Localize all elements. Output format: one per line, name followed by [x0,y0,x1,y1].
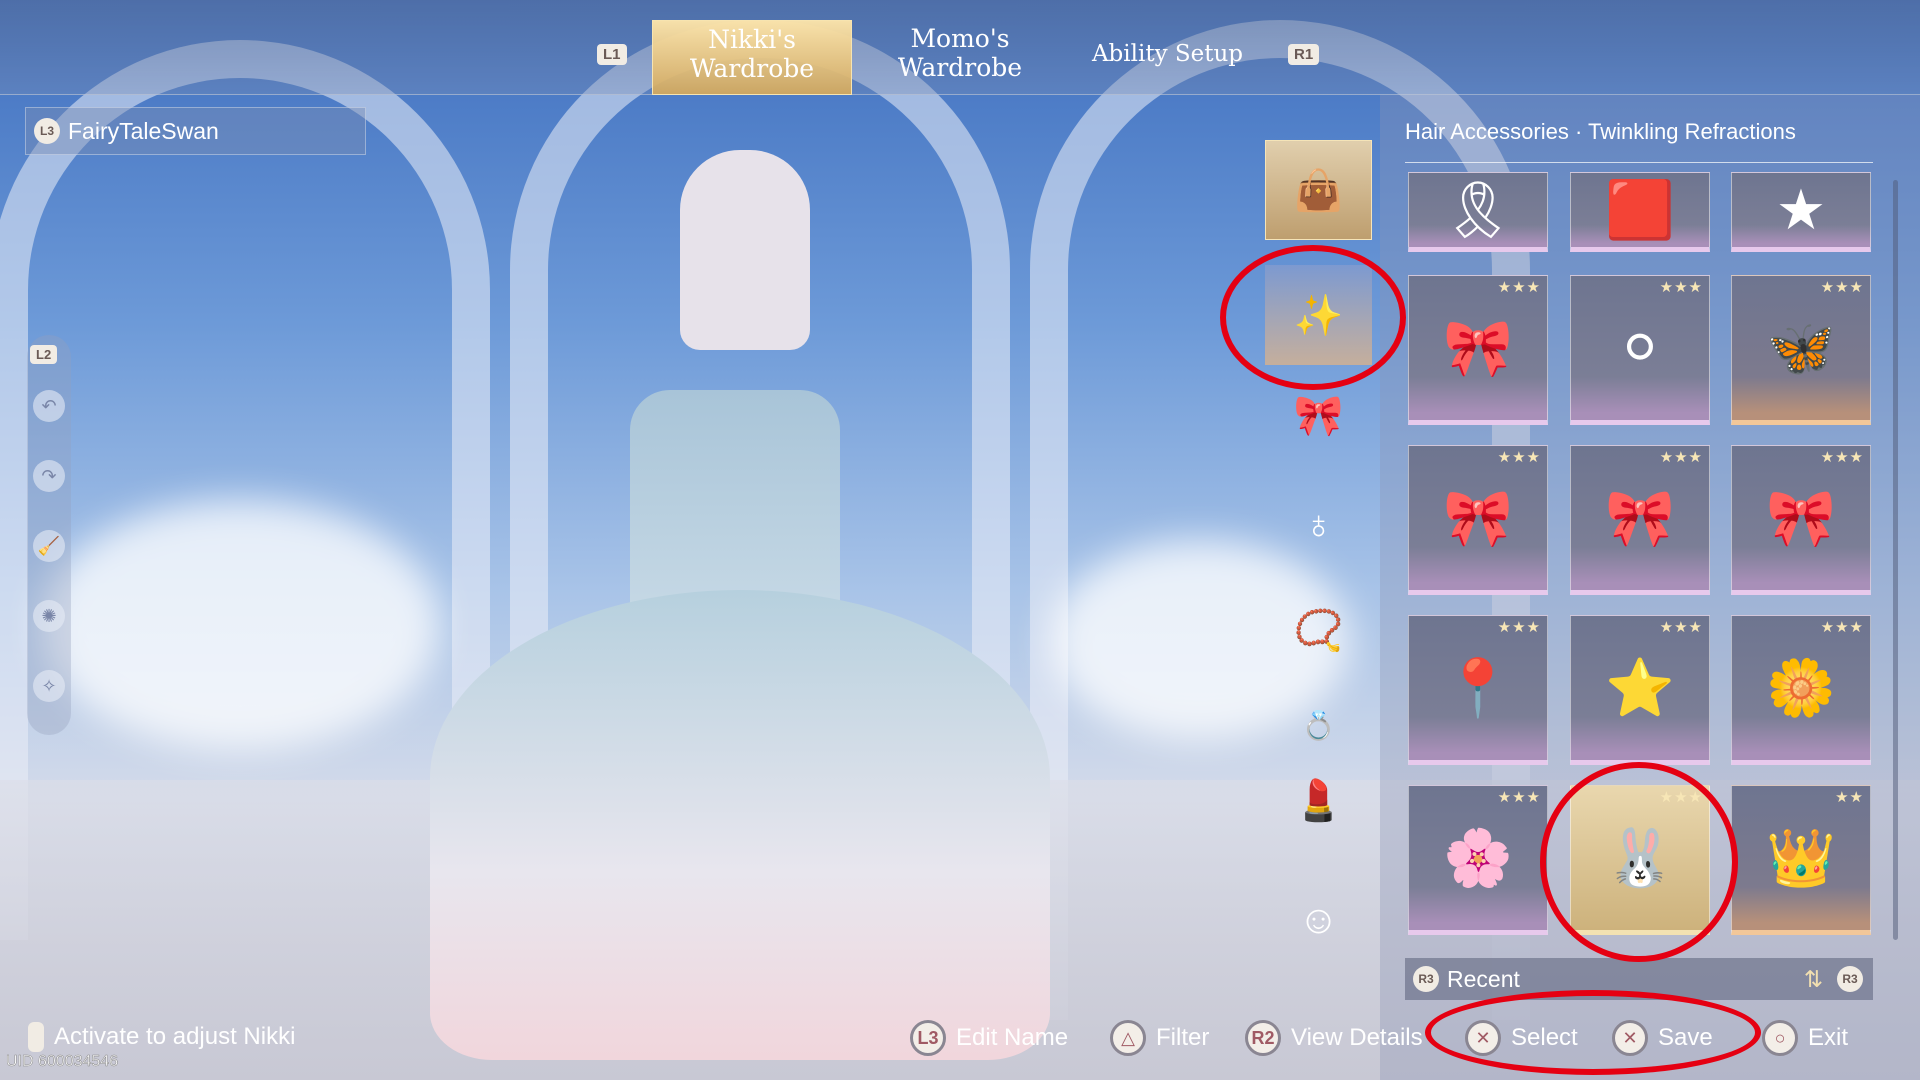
tab-momos-wardrobe[interactable]: Momo's Wardrobe [880,24,1040,82]
nikki-character [430,130,1050,1060]
filter-label: Filter [1156,1024,1210,1051]
item-cell[interactable]: ⚪ ★★★ [1570,275,1710,425]
l1-button-hint[interactable]: L1 [597,44,627,65]
undo-icon[interactable]: ↶ [33,390,65,422]
tab-ability-setup[interactable]: Ability Setup [1080,40,1255,69]
item-icon: 📍 [1443,656,1513,719]
rarity-stars: ★★★ [1497,619,1541,636]
outfit-name-field[interactable]: L3 FairyTaleSwan [25,107,366,155]
rarity-stars: ★★★ [1497,279,1541,296]
category-earrings[interactable]: ♁ [1265,475,1372,575]
scrollbar[interactable] [1893,180,1898,940]
pose-icon[interactable]: ✺ [33,600,65,632]
left-toolbar: L2 ↶ ↷ 🧹 ✺ ✧ [27,335,71,735]
item-cell[interactable]: 📍 ★★★ [1408,615,1548,765]
uid-label: UID 600034546 [6,1053,119,1071]
view-details-button[interactable]: R2 View Details [1245,1020,1423,1056]
rarity-stars: ★★★ [1659,279,1703,296]
highlight-ring [1220,245,1406,390]
item-icon: 🎗 [1442,178,1514,241]
necklace-icon: 📿 [1293,608,1344,653]
item-cell[interactable]: 🎀 ★★★ [1408,445,1548,595]
item-icon: 🦋 [1766,316,1836,379]
l3-button-hint: L3 [34,118,60,144]
item-icon: ⚪ [1616,316,1664,379]
item-cell[interactable]: 🌸 ★★★ [1408,785,1548,935]
view-details-button-icon: R2 [1245,1020,1281,1056]
touchpad-icon [28,1022,44,1052]
item-icon: 🎀 [1443,486,1513,549]
r1-button-hint[interactable]: R1 [1288,44,1320,65]
highlight-ring [1540,762,1738,962]
item-cell[interactable]: 🟥 [1570,172,1710,252]
outfit-name-value: FairyTaleSwan [68,117,219,144]
item-cell[interactable]: 🎗 [1408,172,1548,252]
face-icon: ☺ [1298,897,1339,942]
category-bag[interactable]: 👜 [1265,140,1372,240]
edit-name-button-icon: L3 [910,1020,946,1056]
rarity-stars: ★★★ [1820,449,1864,466]
highlight-ring [1425,990,1761,1075]
item-icon: ⭐ [1605,656,1675,719]
l2-button-hint: L2 [30,345,58,364]
filter-button[interactable]: △ Filter [1110,1020,1209,1056]
item-cell[interactable]: ⭐ ★★★ [1570,615,1710,765]
broom-icon[interactable]: 🧹 [33,530,65,562]
exit-button-icon: ○ [1762,1020,1798,1056]
activate-label: Activate to adjust Nikki [54,1023,296,1050]
exit-button[interactable]: ○ Exit [1762,1020,1848,1056]
category-face[interactable]: ☺ [1265,870,1372,970]
divider [1405,162,1873,163]
makeup-icon: 💄 [1293,778,1344,823]
item-icon: 🎀 [1443,316,1513,379]
item-icon: 👑 [1766,826,1836,889]
filter-button-icon: △ [1110,1020,1146,1056]
edit-name-button[interactable]: L3 Edit Name [910,1020,1068,1056]
item-cell[interactable]: 👑 ★★ [1731,785,1871,935]
item-cell[interactable]: 🦋 ★★★ [1731,275,1871,425]
activate-hint: Activate to adjust Nikki [28,1022,295,1052]
sort-order-icon[interactable]: ⇅ [1804,966,1823,993]
filter-effect-icon[interactable]: ✧ [33,670,65,702]
r3-button-hint: R3 [1413,966,1439,992]
cloud [40,500,440,750]
tab-nikkis-wardrobe[interactable]: Nikki's Wardrobe [652,20,852,95]
rarity-stars: ★★★ [1659,619,1703,636]
category-makeup[interactable]: 💄 [1265,750,1372,850]
redo-icon[interactable]: ↷ [33,460,65,492]
view-details-label: View Details [1291,1024,1423,1051]
bag-icon: 👜 [1293,168,1344,213]
earrings-icon: ♁ [1303,502,1334,547]
r3-button-hint: R3 [1837,966,1863,992]
item-icon: 🌸 [1443,826,1513,889]
item-cell[interactable]: ★ [1731,172,1871,252]
item-cell[interactable]: 🌼 ★★★ [1731,615,1871,765]
rarity-stars: ★★★ [1820,279,1864,296]
rarity-stars: ★★★ [1820,619,1864,636]
item-cell[interactable]: 🎀 ★★★ [1731,445,1871,595]
ring-icon: 💍 [1301,709,1336,741]
rarity-stars: ★★★ [1497,449,1541,466]
item-icon: 🎀 [1605,486,1675,549]
item-icon: 🟥 [1605,178,1675,241]
hat-icon: 🎀 [1293,393,1344,438]
panel-title: Hair Accessories · Twinkling Refractions [1405,119,1796,144]
item-icon: 🌼 [1766,656,1836,719]
item-cell[interactable]: 🎀 ★★★ [1570,445,1710,595]
rarity-stars: ★★★ [1497,789,1541,806]
rarity-stars: ★★ [1835,789,1864,806]
rarity-stars: ★★★ [1659,449,1703,466]
category-necklace[interactable]: 📿 [1265,580,1372,680]
edit-name-label: Edit Name [956,1024,1069,1051]
item-cell[interactable]: 🎀 ★★★ [1408,275,1548,425]
item-icon: ★ [1775,178,1827,241]
item-icon: 🎀 [1766,486,1836,549]
exit-label: Exit [1808,1024,1849,1051]
sort-label: Recent [1447,965,1520,992]
